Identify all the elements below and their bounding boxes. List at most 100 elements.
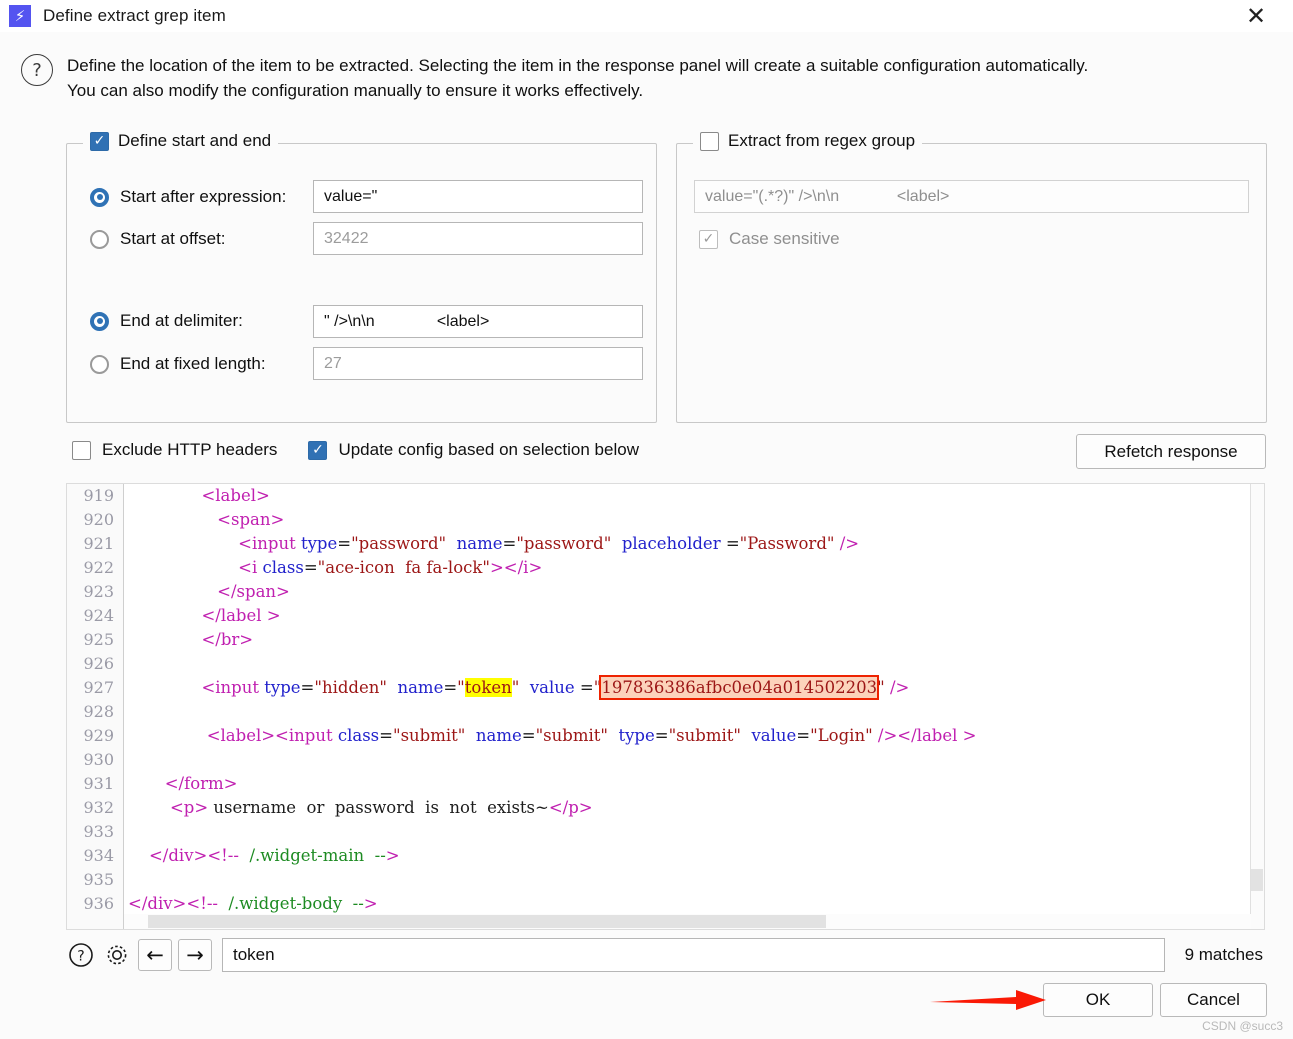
watermark-label: CSDN @succ3 (1202, 1019, 1283, 1033)
arrow-left-icon[interactable]: ← (138, 939, 172, 971)
search-input[interactable]: token (222, 938, 1165, 972)
code-line[interactable]: <input type="password" name="password" p… (124, 532, 1264, 556)
code-line[interactable]: <input type="hidden" name="token" value … (124, 675, 1264, 700)
editor-vertical-scrollbar-thumb[interactable] (1251, 869, 1263, 891)
code-line[interactable]: </label > (124, 604, 1264, 628)
line-number: 929 (83, 726, 114, 745)
arrow-right-icon[interactable]: → (178, 939, 212, 971)
define-start-and-end-header[interactable]: ✓ Define start and end (83, 131, 279, 151)
code-line[interactable]: </br> (124, 628, 1264, 652)
code-token: <input (238, 534, 296, 553)
code-line[interactable]: <label><input class="submit" name="submi… (124, 724, 1264, 748)
define-start-and-end-checkbox[interactable]: ✓ (90, 131, 109, 151)
regex-pattern-input[interactable]: value="(.*?)" />\n\n <label> (694, 180, 1249, 213)
code-token: "Password" (739, 534, 835, 553)
line-number: 928 (83, 702, 114, 721)
case-sensitive-row[interactable]: ✓ Case sensitive (699, 229, 840, 249)
exclude-http-headers-checkbox[interactable] (72, 440, 91, 460)
code-token: = (337, 534, 352, 553)
extract-from-regex-checkbox[interactable] (700, 131, 719, 151)
editor-vertical-scrollbar[interactable] (1250, 484, 1264, 929)
update-config-checkbox[interactable]: ✓ (308, 440, 328, 460)
end-at-fixed-length-input[interactable]: 27 (313, 347, 643, 380)
case-sensitive-checkbox[interactable]: ✓ (699, 229, 718, 249)
close-icon[interactable]: ✕ (1235, 0, 1277, 32)
cancel-button[interactable]: Cancel (1160, 983, 1267, 1017)
editor-horizontal-scrollbar-thumb[interactable] (148, 915, 826, 928)
code-token: <label><input (206, 726, 333, 745)
code-line[interactable]: </div><!-- /.widget-body --> (124, 892, 1264, 916)
code-token: value (529, 678, 575, 697)
code-token: </label > (201, 606, 281, 625)
code-line[interactable]: <label> (124, 484, 1264, 508)
svg-text:?: ? (77, 949, 84, 965)
line-number: 921 (83, 534, 114, 553)
line-number: 927 (83, 678, 114, 697)
code-line[interactable]: <span> (124, 508, 1264, 532)
code-token: /></label > (877, 726, 977, 745)
start-after-expression-radio[interactable] (90, 187, 109, 207)
code-line[interactable] (124, 652, 1264, 676)
code-token: name (397, 678, 444, 697)
start-at-offset-radio[interactable] (90, 229, 109, 249)
code-line[interactable]: <p> username or password is not exists~<… (124, 796, 1264, 820)
code-token: = (303, 558, 318, 577)
end-at-fixed-length-radio[interactable] (90, 354, 109, 374)
code-token: = (654, 726, 669, 745)
code-token: <input (201, 678, 259, 697)
code-token: = (379, 726, 393, 745)
start-after-expression-row[interactable]: Start after expression: (90, 187, 286, 207)
question-mark-icon[interactable]: ? (66, 940, 96, 970)
refetch-response-button[interactable]: Refetch response (1076, 434, 1266, 469)
highlighted-match: token (464, 678, 512, 697)
extract-from-regex-label: Extract from regex group (728, 131, 916, 150)
code-token: <i (238, 558, 258, 577)
end-at-delimiter-row[interactable]: End at delimiter: (90, 311, 243, 331)
code-token: = (443, 678, 458, 697)
start-after-expression-input[interactable]: value=" (313, 180, 643, 213)
end-at-delimiter-input[interactable]: " />\n\n <label> (313, 305, 643, 338)
start-at-offset-input[interactable]: 32422 (313, 222, 643, 255)
code-content[interactable]: <label> <span> <input type="password" na… (124, 484, 1264, 929)
line-number: 933 (83, 822, 114, 841)
ok-button[interactable]: OK (1043, 983, 1153, 1017)
code-token: = (796, 726, 811, 745)
response-code-editor[interactable]: 919 920 921 922 923 924 925 926 927 928 929 930 931 9… (66, 483, 1265, 930)
extract-from-regex-header[interactable]: Extract from regex group (693, 131, 923, 151)
line-number: 919 (83, 486, 114, 505)
line-number: 920 (83, 510, 114, 529)
end-at-fixed-length-row[interactable]: End at fixed length: (90, 354, 266, 374)
line-number: 924 (83, 606, 114, 625)
line-number: 926 (83, 654, 114, 673)
end-at-delimiter-radio[interactable] (90, 311, 109, 331)
code-line[interactable] (124, 748, 1264, 772)
code-token: "hidden" (314, 678, 387, 697)
annotation-arrow-icon (930, 988, 1050, 1012)
code-line[interactable]: </div><!-- /.widget-main --> (124, 844, 1264, 868)
code-line[interactable]: <i class="ace-icon fa fa-lock"></i> (124, 556, 1264, 580)
code-line[interactable] (124, 820, 1264, 844)
code-line[interactable] (124, 868, 1264, 892)
start-at-offset-row[interactable]: Start at offset: (90, 229, 226, 249)
code-line[interactable]: </span> (124, 580, 1264, 604)
gear-icon[interactable] (102, 940, 132, 970)
code-token: "ace-icon fa fa-lock" (317, 558, 490, 577)
code-token: </div><!-- (148, 846, 239, 865)
case-sensitive-label: Case sensitive (729, 229, 840, 248)
code-line[interactable] (124, 700, 1264, 724)
editor-horizontal-scrollbar[interactable] (124, 914, 1251, 929)
define-extract-grep-dialog: ⚡ Define extract grep item ✕ ? Define th… (0, 0, 1293, 1039)
description-line-1: Define the location of the item to be ex… (67, 56, 1089, 75)
code-token: "password" (516, 534, 612, 553)
code-line[interactable]: </form> (124, 772, 1264, 796)
line-number: 934 (83, 846, 114, 865)
code-token: "submit" (668, 726, 741, 745)
